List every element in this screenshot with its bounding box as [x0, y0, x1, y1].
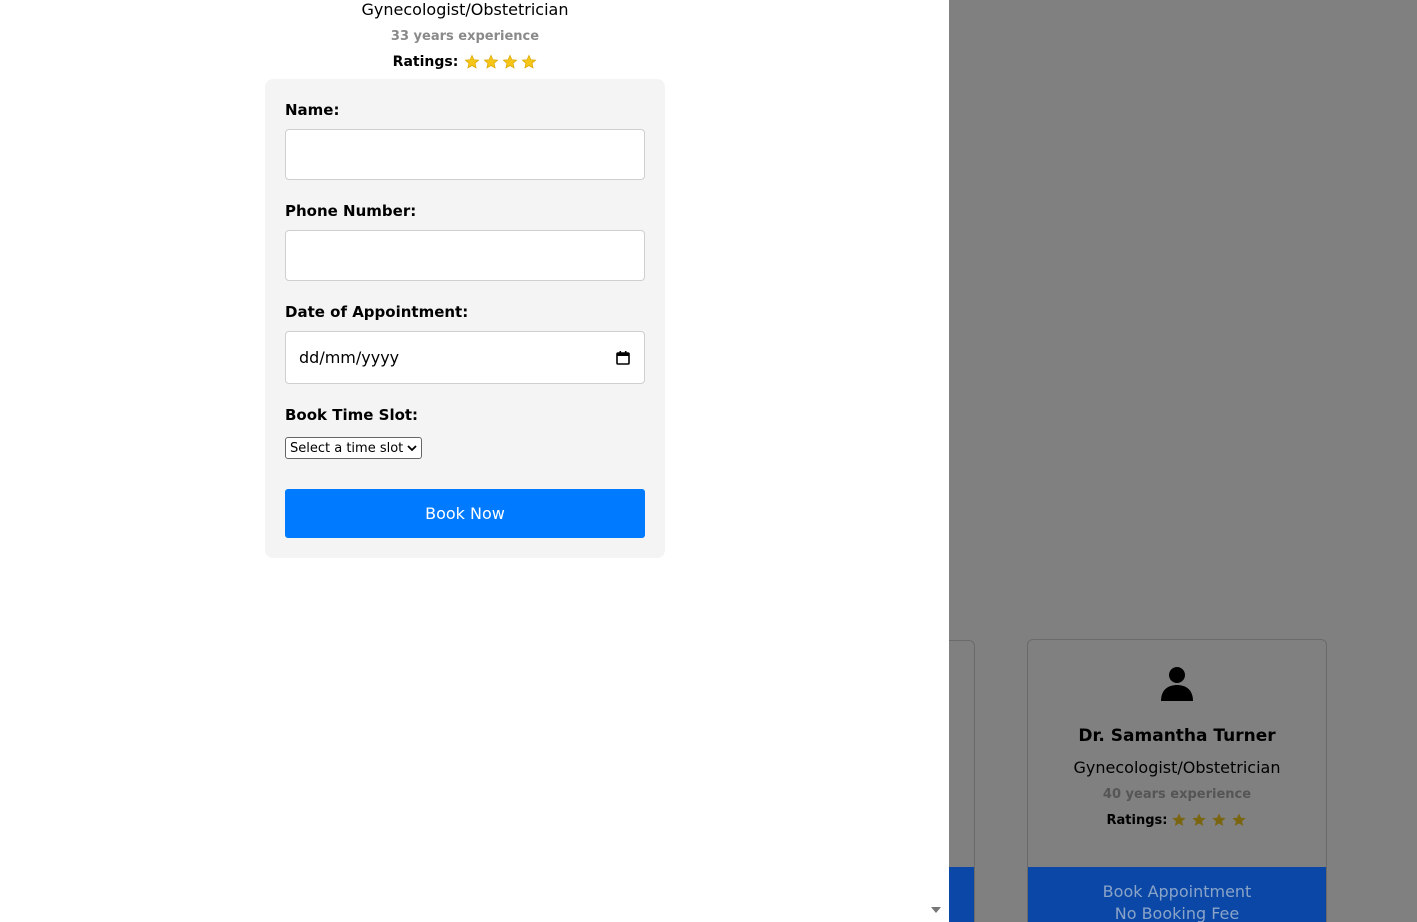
name-label: Name:	[285, 101, 340, 119]
name-input[interactable]	[285, 129, 645, 180]
date-placeholder: dd/mm/yyyy	[299, 348, 400, 367]
doctor-rating: Ratings:	[265, 54, 665, 70]
doctor-specialty: Gynecologist/Obstetrician	[361, 0, 569, 19]
time-slot-select[interactable]: Select a time slot	[285, 437, 422, 459]
star-icon	[464, 54, 480, 70]
date-label: Date of Appointment:	[285, 303, 469, 321]
scroll-down-arrow-icon[interactable]	[930, 905, 942, 915]
star-icon	[1211, 812, 1227, 828]
book-now-button[interactable]: Book Now	[285, 489, 645, 538]
star-icon	[483, 54, 499, 70]
doctor-card: Dr. Samantha Turner Gynecologist/Obstetr…	[1027, 639, 1327, 922]
phone-input[interactable]	[285, 230, 645, 281]
ratings-label: Ratings:	[392, 54, 459, 70]
time-slot-label: Book Time Slot:	[285, 406, 419, 424]
no-booking-fee-label: No Booking Fee	[1114, 904, 1240, 922]
booking-modal: Gynecologist/Obstetrician 33 years exper…	[0, 0, 949, 922]
doctor-experience: 40 years experience	[1102, 787, 1252, 802]
book-appointment-button[interactable]: Book Appointment No Booking Fee	[1028, 867, 1326, 922]
doctor-experience: 33 years experience	[390, 29, 540, 44]
star-icon	[1191, 812, 1207, 828]
star-icon	[1231, 812, 1247, 828]
chevron-down-icon	[407, 445, 417, 452]
ratings-label: Ratings:	[1106, 812, 1168, 828]
calendar-icon[interactable]	[615, 350, 631, 366]
star-icon	[1171, 812, 1187, 828]
star-icon	[502, 54, 518, 70]
doctor-rating: Ratings:	[1028, 812, 1326, 828]
date-input[interactable]: dd/mm/yyyy	[285, 331, 645, 384]
user-icon	[1161, 667, 1193, 701]
doctor-specialty: Gynecologist/Obstetrician	[1073, 758, 1281, 777]
doctor-name: Dr. Samantha Turner	[1078, 726, 1276, 746]
star-icon	[521, 54, 537, 70]
book-appointment-label: Book Appointment	[1102, 882, 1252, 901]
phone-label: Phone Number:	[285, 202, 417, 220]
appointment-form: Name: Phone Number: Date of Appointment:…	[265, 79, 665, 558]
time-slot-selected: Select a time slot	[290, 440, 404, 456]
